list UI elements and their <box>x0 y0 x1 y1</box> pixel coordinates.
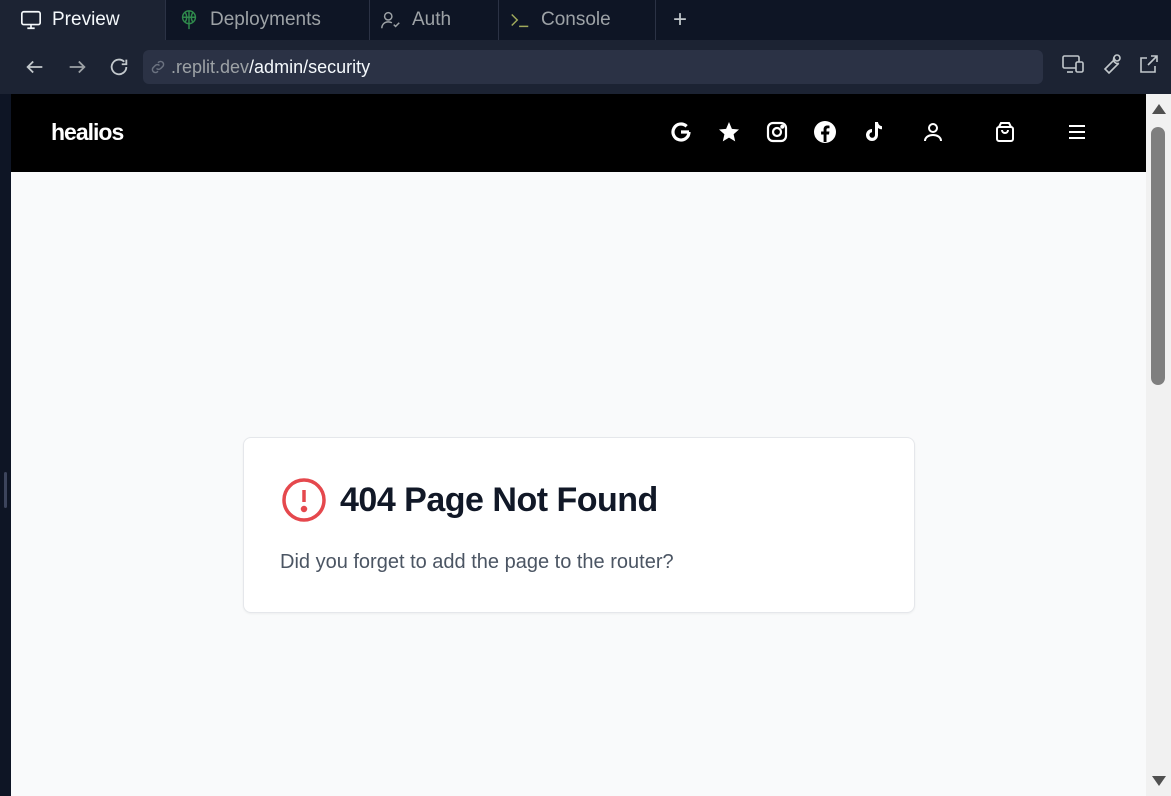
not-found-card: 404 Page Not Found Did you forget to add… <box>243 437 915 613</box>
back-button[interactable] <box>14 47 56 87</box>
url-domain: .replit.dev <box>171 56 250 77</box>
page-title: 404 Page Not Found <box>340 480 658 519</box>
monitor-icon <box>21 10 41 30</box>
site-logo[interactable]: healios <box>51 119 124 146</box>
google-icon[interactable] <box>669 120 693 144</box>
terminal-icon <box>511 13 529 28</box>
reload-icon <box>110 58 128 76</box>
devices-icon[interactable] <box>1061 52 1085 76</box>
external-link-icon[interactable] <box>1137 52 1161 76</box>
tab-auth[interactable]: Auth <box>370 0 499 40</box>
arrow-left-icon <box>26 60 43 74</box>
reload-button[interactable] <box>98 47 140 87</box>
panel-edge <box>0 94 11 796</box>
tab-label: Deployments <box>210 9 321 30</box>
shopping-bag-icon[interactable] <box>993 120 1017 144</box>
scroll-thumb[interactable] <box>1151 127 1165 385</box>
tab-console[interactable]: Console <box>499 0 656 40</box>
deploy-icon <box>181 10 197 30</box>
menu-icon[interactable] <box>1065 120 1089 144</box>
vertical-scrollbar[interactable] <box>1146 94 1171 796</box>
url-path: /admin/security <box>249 56 371 77</box>
facebook-icon[interactable] <box>813 120 837 144</box>
tab-deployments[interactable]: Deployments <box>166 0 370 40</box>
tab-label: Preview <box>52 9 120 30</box>
star-icon[interactable] <box>717 120 741 144</box>
arrow-right-icon <box>69 60 86 74</box>
resize-handle[interactable] <box>4 472 7 508</box>
scroll-up-arrow[interactable] <box>1152 104 1166 114</box>
link-icon <box>151 60 165 74</box>
tab-preview[interactable]: Preview <box>0 0 166 40</box>
card-header: 404 Page Not Found <box>280 476 658 524</box>
tab-label: Auth <box>412 9 452 30</box>
browser-toolbar: .replit.dev/admin/security <box>0 40 1171 94</box>
tab-label: Console <box>541 9 611 30</box>
user-check-icon <box>381 11 400 29</box>
preview-viewport: healios 404 Page Not Found Did you forge… <box>11 94 1146 796</box>
add-tab-button[interactable]: + <box>656 0 704 40</box>
site-header: healios <box>11 94 1146 172</box>
header-icons <box>669 120 1089 144</box>
user-icon[interactable] <box>921 120 945 144</box>
forward-button[interactable] <box>56 47 98 87</box>
tiktok-icon[interactable] <box>861 120 885 144</box>
error-message: Did you forget to add the page to the ro… <box>280 551 674 573</box>
url-input[interactable]: .replit.dev/admin/security <box>143 50 1043 84</box>
scroll-down-arrow[interactable] <box>1152 776 1166 786</box>
alert-circle-icon <box>282 478 326 522</box>
instagram-icon[interactable] <box>765 120 789 144</box>
wrench-icon[interactable] <box>1099 52 1123 76</box>
ide-tab-bar: Preview Deployments Auth Console + <box>0 0 1171 40</box>
